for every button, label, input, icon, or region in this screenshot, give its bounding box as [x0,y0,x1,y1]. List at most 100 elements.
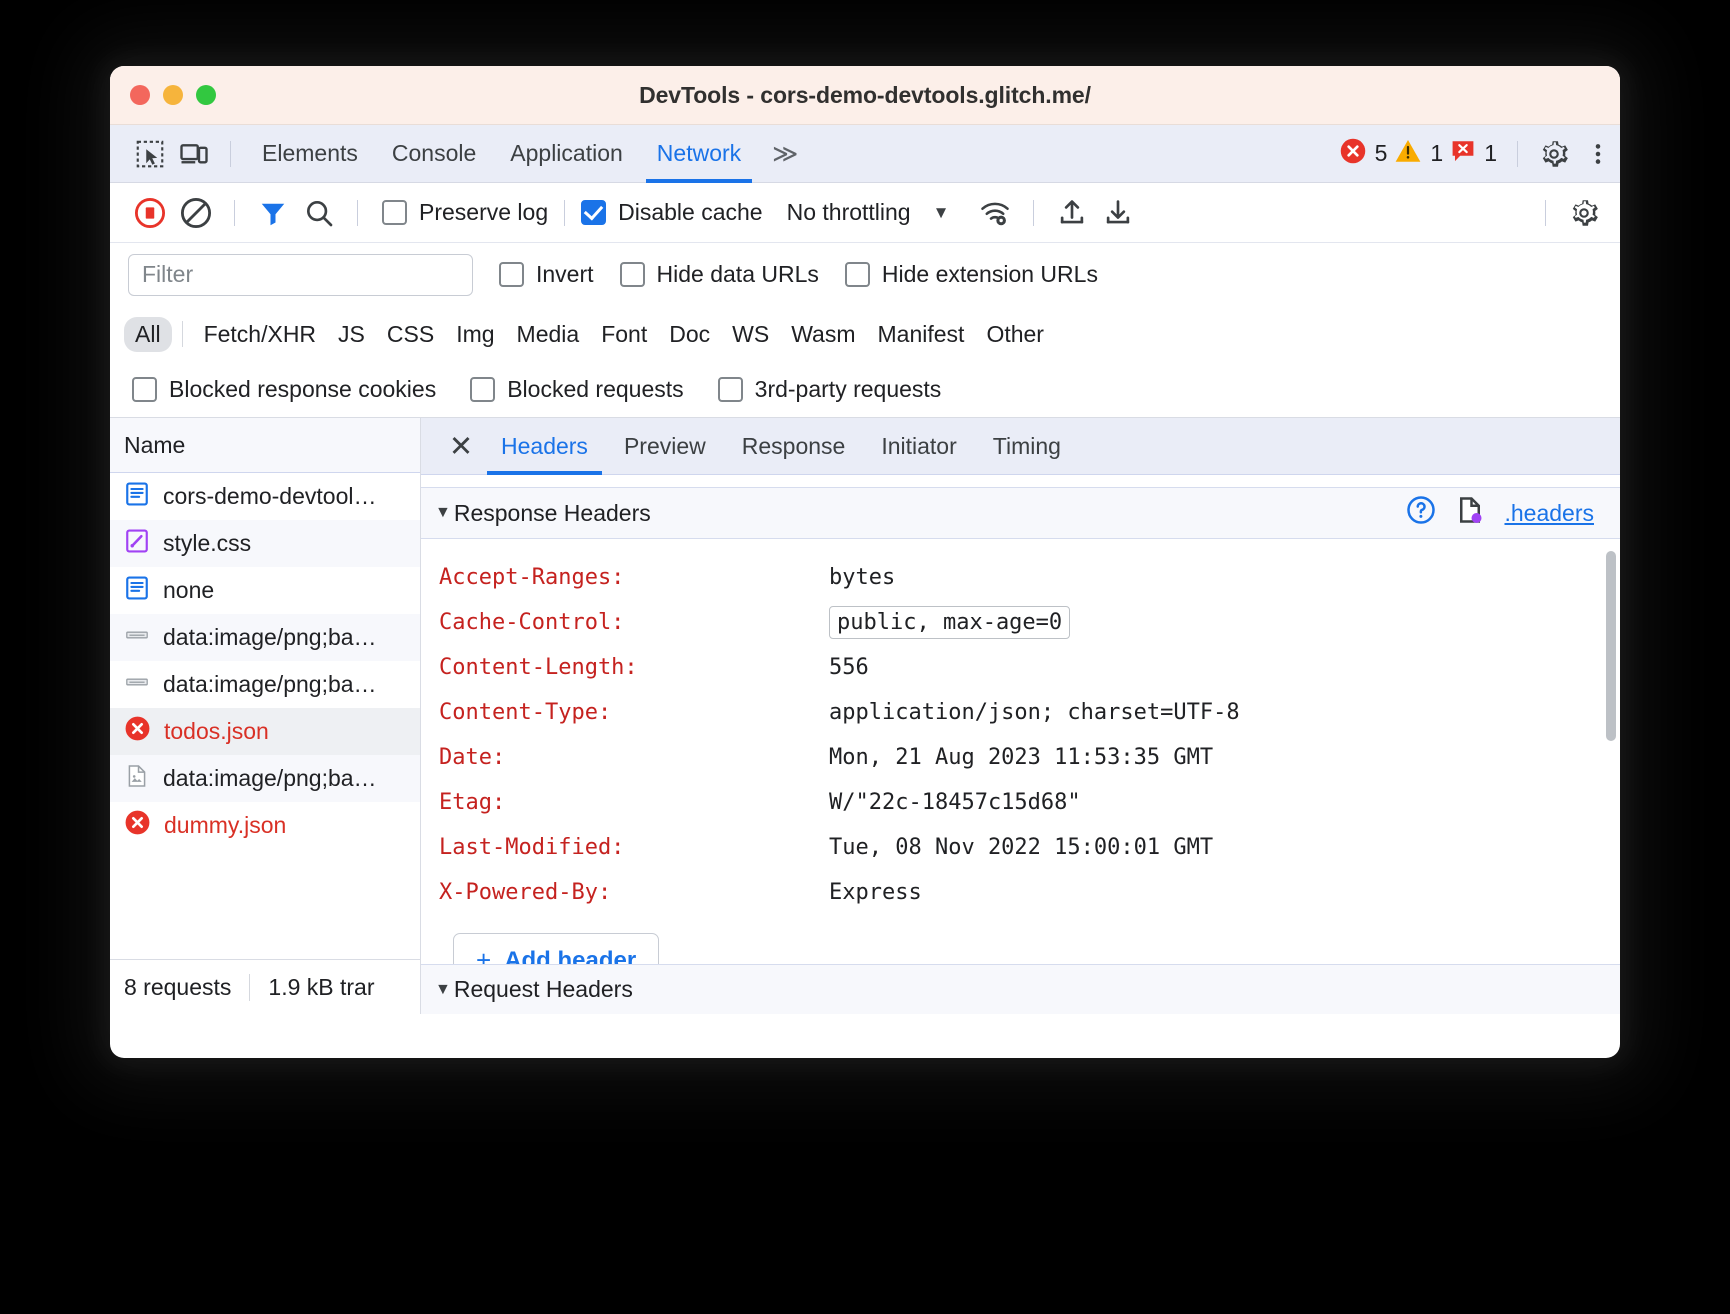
table-row[interactable]: todos.json [110,708,420,755]
third-party-requests-box [718,377,743,402]
request-list-header[interactable]: Name [110,418,420,473]
table-row[interactable]: dummy.json [110,802,420,849]
window-controls [130,85,216,105]
request-name: data:image/png;ba… [163,765,377,792]
detail-tabbar: ✕ Headers Preview Response Initiator Tim… [421,418,1620,475]
network-status-bar: 8 requests 1.9 kB trar [110,959,420,1014]
invert-checkbox[interactable]: Invert [499,261,594,288]
warning-triangle-icon [1394,137,1422,171]
column-header-name: Name [124,432,185,459]
device-toolbar-icon[interactable] [172,134,216,174]
header-row[interactable]: Content-Length: 556 [439,645,1620,690]
inspect-element-icon[interactable] [128,134,172,174]
hide-extension-urls-checkbox[interactable]: Hide extension URLs [845,261,1098,288]
clear-button[interactable] [174,193,218,233]
blocked-response-cookies-box [132,377,157,402]
tab-initiator[interactable]: Initiator [863,418,974,475]
header-name: Content-Length: [439,655,829,680]
table-row[interactable]: data:image/png;ba… [110,755,420,802]
maximize-window-button[interactable] [196,85,216,105]
type-filter-media[interactable]: Media [506,317,591,352]
type-filter-js[interactable]: JS [327,317,376,352]
type-filter-all[interactable]: All [124,317,172,352]
header-row[interactable]: X-Powered-By: Express [439,870,1620,915]
document-icon [124,481,150,513]
more-tabs-icon[interactable]: ≫ [758,139,812,169]
header-value-editable[interactable]: public, max-age=0 [829,606,1070,639]
tab-application[interactable]: Application [493,125,640,183]
throttling-dropdown[interactable]: No throttling ▼ [787,199,950,226]
type-filter-font[interactable]: Font [590,317,658,352]
close-window-button[interactable] [130,85,150,105]
type-filter-doc[interactable]: Doc [658,317,721,352]
import-har-icon[interactable] [1050,193,1094,233]
header-row[interactable]: Cache-Control: public, max-age=0 [439,600,1620,645]
headers-scrollbar[interactable] [1606,551,1616,741]
close-icon[interactable]: ✕ [439,424,483,468]
tab-timing[interactable]: Timing [975,418,1079,475]
minimize-window-button[interactable] [163,85,183,105]
type-filter-manifest[interactable]: Manifest [867,317,976,352]
tab-response-label: Response [742,433,846,460]
tab-headers[interactable]: Headers [483,418,606,475]
headers-override-link[interactable]: .headers [1504,500,1594,527]
hide-data-urls-label: Hide data URLs [657,261,819,288]
invert-box [499,262,524,287]
network-conditions-icon[interactable] [973,193,1017,233]
blocked-response-cookies-checkbox[interactable]: Blocked response cookies [132,376,436,403]
third-party-requests-checkbox[interactable]: 3rd-party requests [718,376,942,403]
filter-row: Filter Invert Hide data URLs Hide extens… [110,243,1620,306]
tab-elements[interactable]: Elements [245,125,375,183]
error-badge-count: 5 [1375,140,1388,167]
table-row[interactable]: data:image/png;ba… [110,614,420,661]
header-row[interactable]: Etag: W/"22c-18457c15d68" [439,780,1620,825]
request-name: data:image/png;ba… [163,624,377,651]
request-headers-section-toggle[interactable]: ▼ Request Headers [421,964,1620,1014]
tab-response[interactable]: Response [724,418,864,475]
warning-badge[interactable]: 1 [1394,137,1443,171]
table-row[interactable]: cors-demo-devtool… [110,473,420,520]
hide-data-urls-checkbox[interactable]: Hide data URLs [620,261,819,288]
disable-cache-checkbox[interactable]: Disable cache [581,199,762,226]
type-filter-ws[interactable]: WS [721,317,780,352]
search-icon[interactable] [297,193,341,233]
tab-console[interactable]: Console [375,125,493,183]
table-row[interactable]: style.css [110,520,420,567]
error-circle-icon [1339,137,1367,171]
table-row[interactable]: none [110,567,420,614]
filter-input[interactable]: Filter [128,254,473,296]
headers-top-gap [421,475,1620,487]
header-value: Express [829,880,922,905]
network-settings-gear-icon[interactable] [1562,193,1606,233]
header-row[interactable]: Last-Modified: Tue, 08 Nov 2022 15:00:01… [439,825,1620,870]
type-filter-wasm[interactable]: Wasm [780,317,866,352]
header-row[interactable]: Accept-Ranges: bytes [439,555,1620,600]
filter-funnel-icon[interactable] [251,193,295,233]
header-row[interactable]: Date: Mon, 21 Aug 2023 11:53:35 GMT [439,735,1620,780]
tab-initiator-label: Initiator [881,433,956,460]
preserve-log-label: Preserve log [419,199,548,226]
error-badge[interactable]: 5 [1339,137,1388,171]
type-filter-fetch-xhr[interactable]: Fetch/XHR [193,317,327,352]
tab-network[interactable]: Network [640,125,758,183]
type-filter-other[interactable]: Other [975,317,1055,352]
hide-extension-urls-label: Hide extension URLs [882,261,1098,288]
more-options-icon[interactable] [1576,134,1620,174]
header-row[interactable]: Content-Type: application/json; charset=… [439,690,1620,735]
blocked-requests-checkbox[interactable]: Blocked requests [470,376,683,403]
settings-gear-icon[interactable] [1532,134,1576,174]
type-filter-css[interactable]: CSS [376,317,445,352]
window-title: DevTools - cors-demo-devtools.glitch.me/ [110,82,1620,109]
response-headers-section-toggle[interactable]: ▼ Response Headers [421,487,1620,539]
headers-file-icon[interactable] [1455,495,1485,531]
record-button[interactable] [128,193,172,233]
preserve-log-checkbox[interactable]: Preserve log [382,199,548,226]
tab-preview[interactable]: Preview [606,418,724,475]
request-headers-title: Request Headers [454,976,633,1003]
help-circle-icon[interactable] [1406,495,1436,531]
export-har-icon[interactable] [1096,193,1140,233]
table-row[interactable]: data:image/png;ba… [110,661,420,708]
response-headers-title: Response Headers [454,500,651,527]
type-filter-img[interactable]: Img [445,317,505,352]
issue-badge[interactable]: 1 [1450,138,1497,170]
